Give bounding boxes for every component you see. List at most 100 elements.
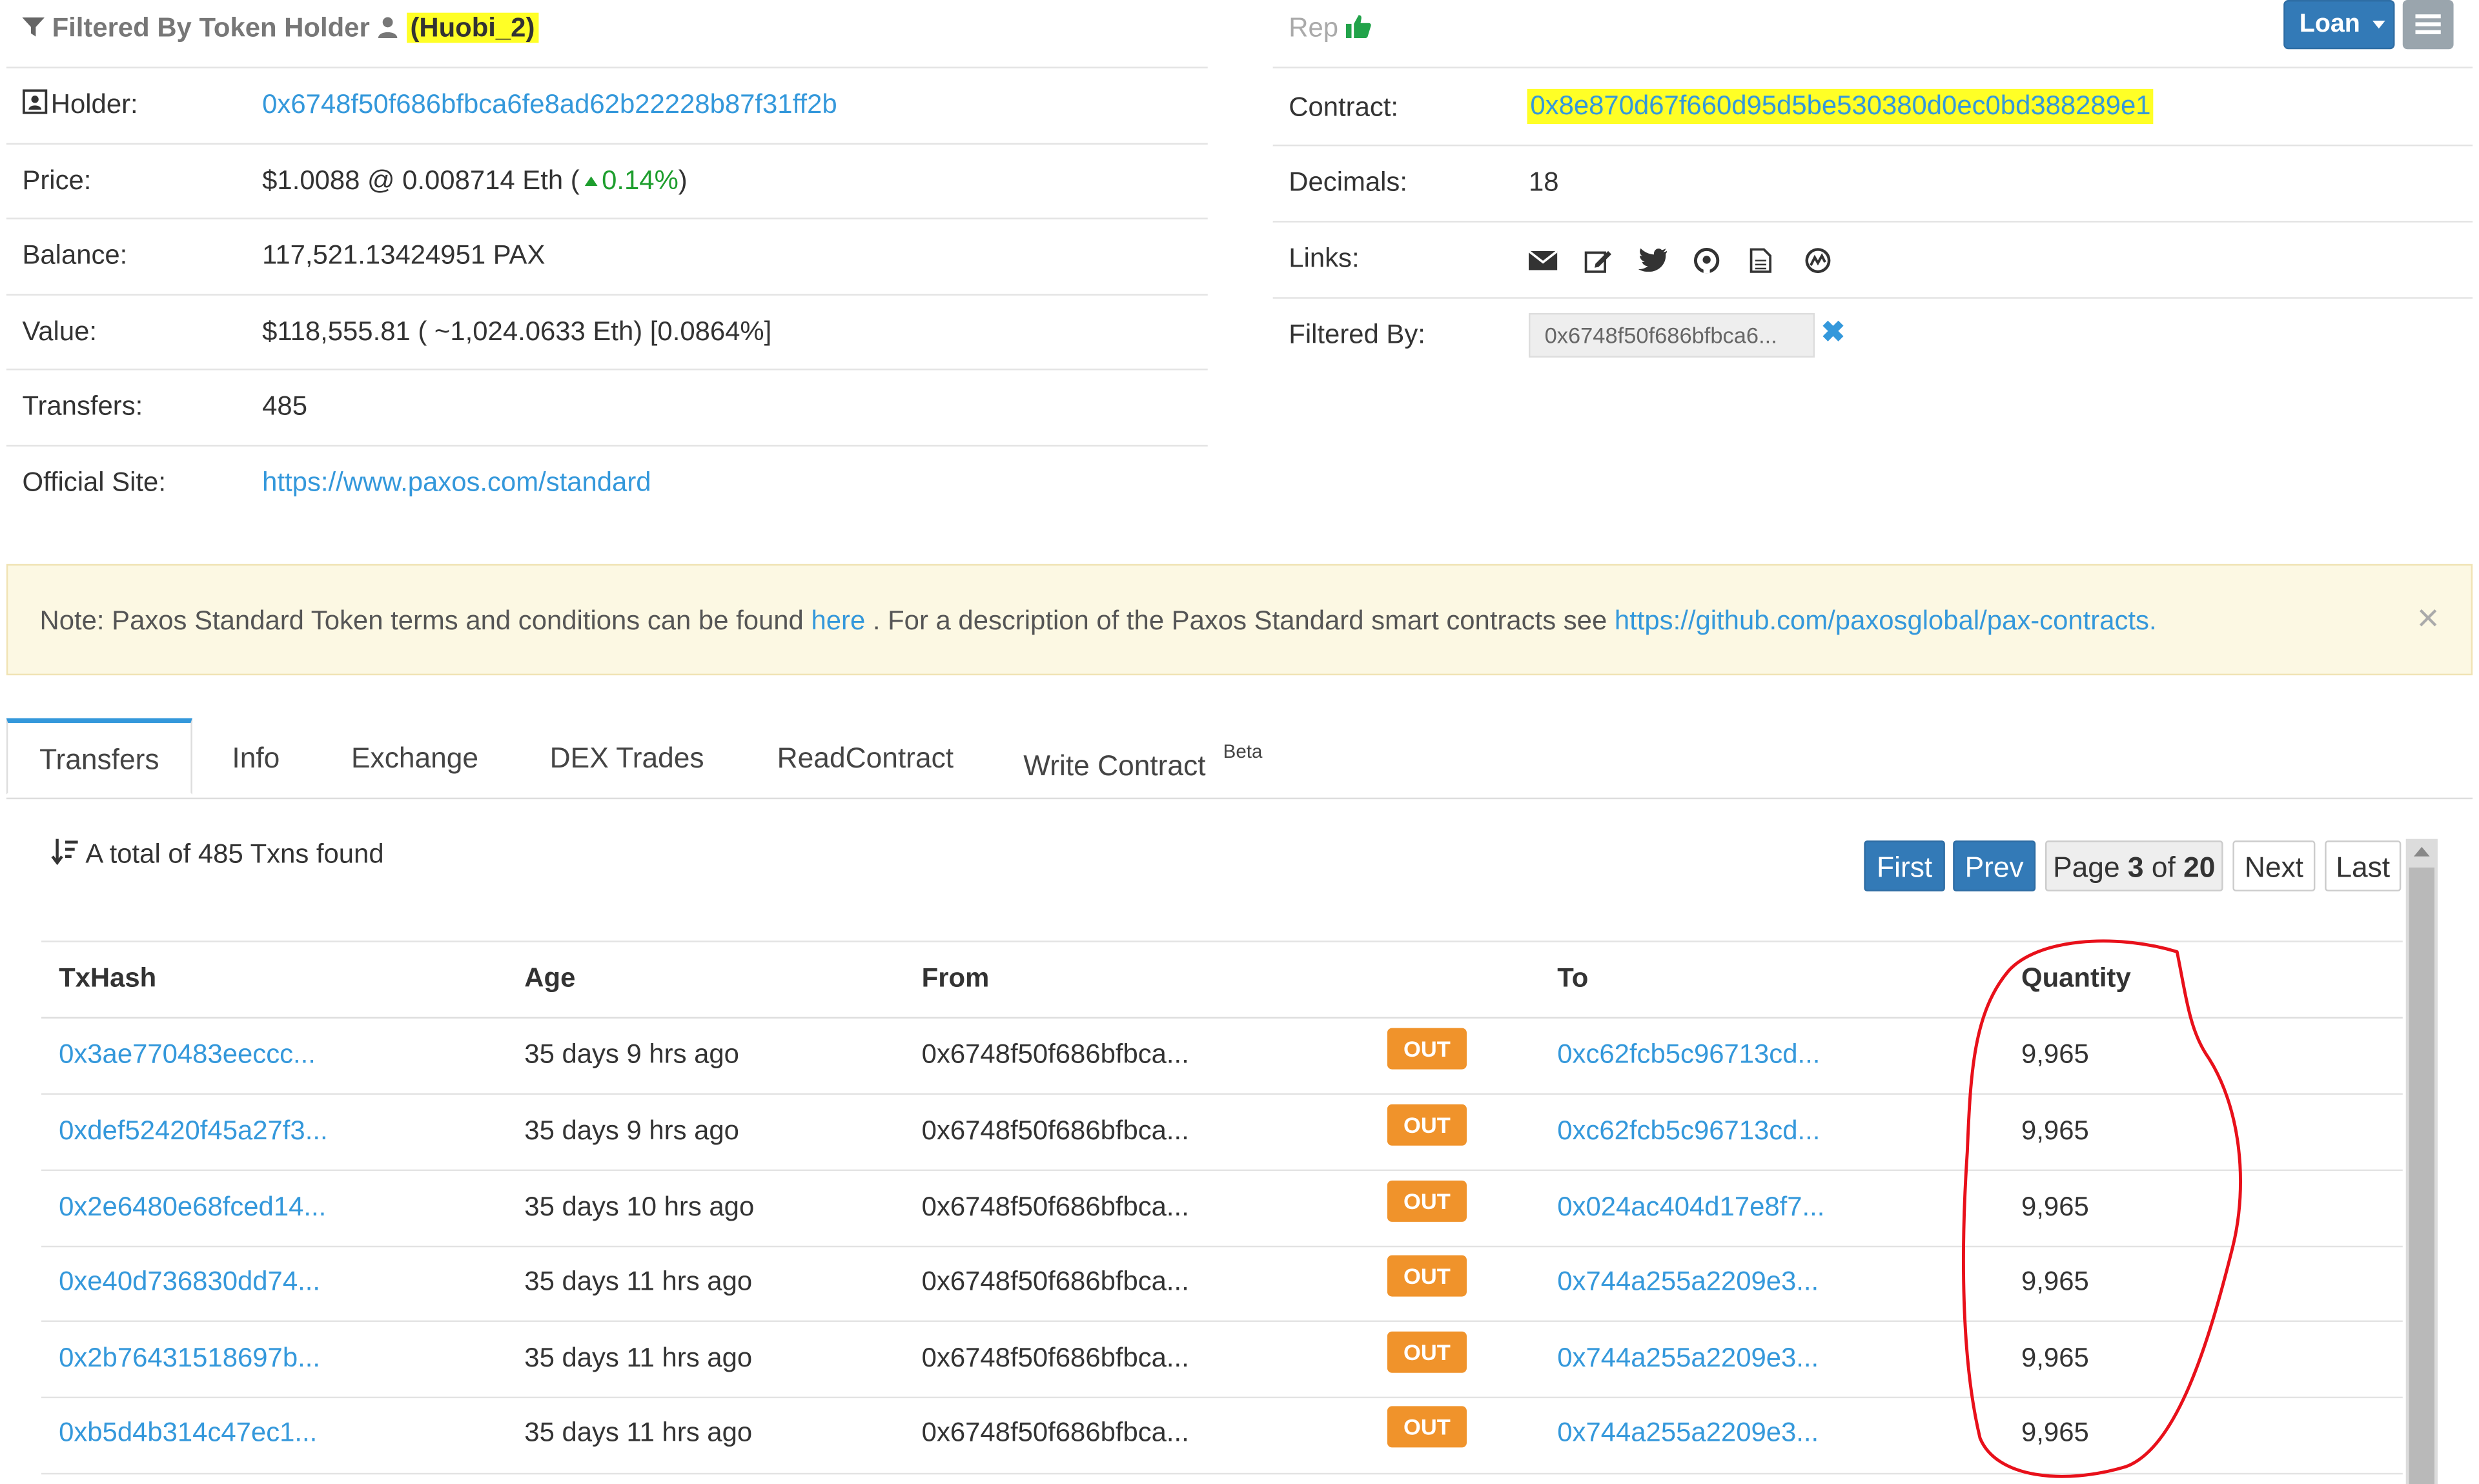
filtered-by-label: Filtered By Token Holder [52,12,370,43]
remove-filter-icon[interactable]: ✖ [1821,316,1845,350]
tx-to-link[interactable]: 0xc62fcb5c96713cd... [1557,1039,1820,1071]
col-age: Age [524,962,576,993]
loan-button-label: Loan [2299,11,2360,39]
transfers-label: Transfers: [22,391,143,422]
tx-age: 35 days 11 hrs ago [524,1266,753,1297]
direction-badge: OUT [1387,1104,1467,1146]
tx-hash-link[interactable]: 0xb5d4b314c47ec1... [59,1418,317,1449]
holder-label: Holder: [22,89,138,123]
tx-to-link[interactable]: 0x024ac404d17e8f7... [1557,1192,1824,1223]
price-value: $1.0088 @ 0.008714 Eth (0.14%) [262,165,688,197]
holder-tag: (Huobi_2) [407,12,538,43]
page-current: 3 [2127,851,2144,884]
tx-hash-link[interactable]: 0x3ae770483eeccc... [59,1039,316,1071]
txns-summary: A total of 485 Txns found [51,837,384,874]
tab-write-contract[interactable]: Write Contract Beta [1023,718,1262,798]
tx-from: 0x6748f50f686bfbca... [921,1039,1189,1070]
coinmarketcap-icon[interactable] [1804,247,1833,272]
tx-age: 35 days 9 hrs ago [524,1115,739,1146]
direction-badge: OUT [1387,1406,1467,1448]
value-value: $118,555.81 ( ~1,024.0633 Eth) [0.0864%] [262,316,772,347]
tx-to-link[interactable]: 0x744a255a2209e3... [1557,1266,1819,1298]
tab-info[interactable]: Info [232,718,280,798]
menu-button[interactable] [2402,0,2454,50]
twitter-icon[interactable] [1638,247,1668,272]
caret-up-icon [584,176,597,186]
price-text: $1.0088 @ 0.008714 Eth ( [262,165,580,196]
col-txhash: TxHash [59,962,157,993]
note-here-link[interactable]: here [811,605,865,636]
tx-from: 0x6748f50f686bfbca... [921,1115,1189,1146]
contract-address-link[interactable]: 0x8e870d67f660d95d5be530380d0ec0bd388289… [1527,88,2154,124]
filtered-by-label-right: Filtered By: [1289,319,1425,350]
note-text-after: . [2148,605,2157,636]
page-mid: of [2143,851,2184,884]
user-icon [377,14,399,45]
balance-value: 117,521.13424951 PAX [262,239,546,270]
filter-icon [22,14,45,45]
transfers-value: 485 [262,391,307,422]
direction-badge: OUT [1387,1331,1467,1373]
decimals-label: Decimals: [1289,167,1407,198]
tab-write-contract-label: Write Contract [1023,749,1206,782]
official-site-link[interactable]: https://www.paxos.com/standard [262,467,651,499]
note-github-link[interactable]: https://github.com/paxosglobal/pax-contr… [1615,605,2149,636]
tx-hash-link[interactable]: 0x2e6480e68fced14... [59,1192,326,1223]
github-icon[interactable] [1694,247,1722,273]
contact-card-icon [22,89,48,123]
annotation-circle [1961,939,2242,1478]
prev-page-button[interactable]: Prev [1953,840,2036,891]
tab-dex-trades[interactable]: DEX Trades [550,718,704,798]
document-icon[interactable] [1750,247,1778,272]
social-links [1527,243,1852,275]
loan-button[interactable]: Loan [2283,0,2395,50]
close-icon[interactable]: × [2417,598,2439,642]
tx-to-link[interactable]: 0xc62fcb5c96713cd... [1557,1115,1820,1147]
direction-badge: OUT [1387,1180,1467,1222]
envelope-icon[interactable] [1527,247,1558,272]
rep-area[interactable]: Rep [1289,13,1371,45]
direction-badge: OUT [1387,1255,1467,1297]
price-label: Price: [22,165,92,196]
tx-age: 35 days 11 hrs ago [524,1342,753,1373]
filtered-by-address: 0x6748f50f686bfbca6... [1528,312,1815,358]
note-text: Note: Paxos Standard Token terms and con… [40,605,2157,637]
tab-bar: Transfers Info Exchange DEX Trades ReadC… [6,718,2473,800]
txns-summary-text: A total of 485 Txns found [85,839,384,869]
tx-hash-link[interactable]: 0xdef52420f45a27f3... [59,1115,327,1147]
tx-to-link[interactable]: 0x744a255a2209e3... [1557,1418,1819,1449]
edit-icon[interactable] [1584,247,1612,272]
direction-badge: OUT [1387,1028,1467,1070]
links-label: Links: [1289,243,1360,274]
last-page-button[interactable]: Last [2325,840,2402,891]
note-text-middle: . For a description of the Paxos Standar… [865,605,1615,636]
tx-to-link[interactable]: 0x744a255a2209e3... [1557,1343,1819,1374]
caret-down-icon [2372,21,2385,29]
balance-label: Balance: [22,239,128,270]
holder-address-link[interactable]: 0x6748f50f686bfbca6fe8ad62b22228b87f31ff… [262,89,837,121]
col-to: To [1557,962,1589,993]
tx-hash-link[interactable]: 0xe40d736830dd74... [59,1266,320,1298]
tab-read-contract[interactable]: ReadContract [777,718,954,798]
tx-hash-link[interactable]: 0x2b76431518697b... [59,1343,320,1374]
scroll-up-icon[interactable] [2414,846,2430,857]
tx-from: 0x6748f50f686bfbca... [921,1266,1189,1297]
list-icon [2415,14,2441,43]
next-page-button[interactable]: Next [2232,840,2316,891]
note-banner: Note: Paxos Standard Token terms and con… [6,564,2473,676]
tx-from: 0x6748f50f686bfbca... [921,1417,1189,1448]
tx-from: 0x6748f50f686bfbca... [921,1342,1189,1373]
value-label: Value: [22,316,97,347]
official-site-label: Official Site: [22,467,166,498]
tx-from: 0x6748f50f686bfbca... [921,1192,1189,1222]
first-page-button[interactable]: First [1864,840,1945,891]
tx-age: 35 days 10 hrs ago [524,1192,755,1222]
tab-transfers[interactable]: Transfers [6,718,192,795]
table-scrollbar[interactable] [2405,839,2438,1484]
tx-age: 35 days 9 hrs ago [524,1039,739,1070]
sort-icon [51,837,79,874]
decimals-value: 18 [1528,167,1559,198]
page-prefix: Page [2053,851,2128,884]
tab-exchange[interactable]: Exchange [351,718,478,798]
scroll-thumb[interactable] [2409,867,2435,1484]
